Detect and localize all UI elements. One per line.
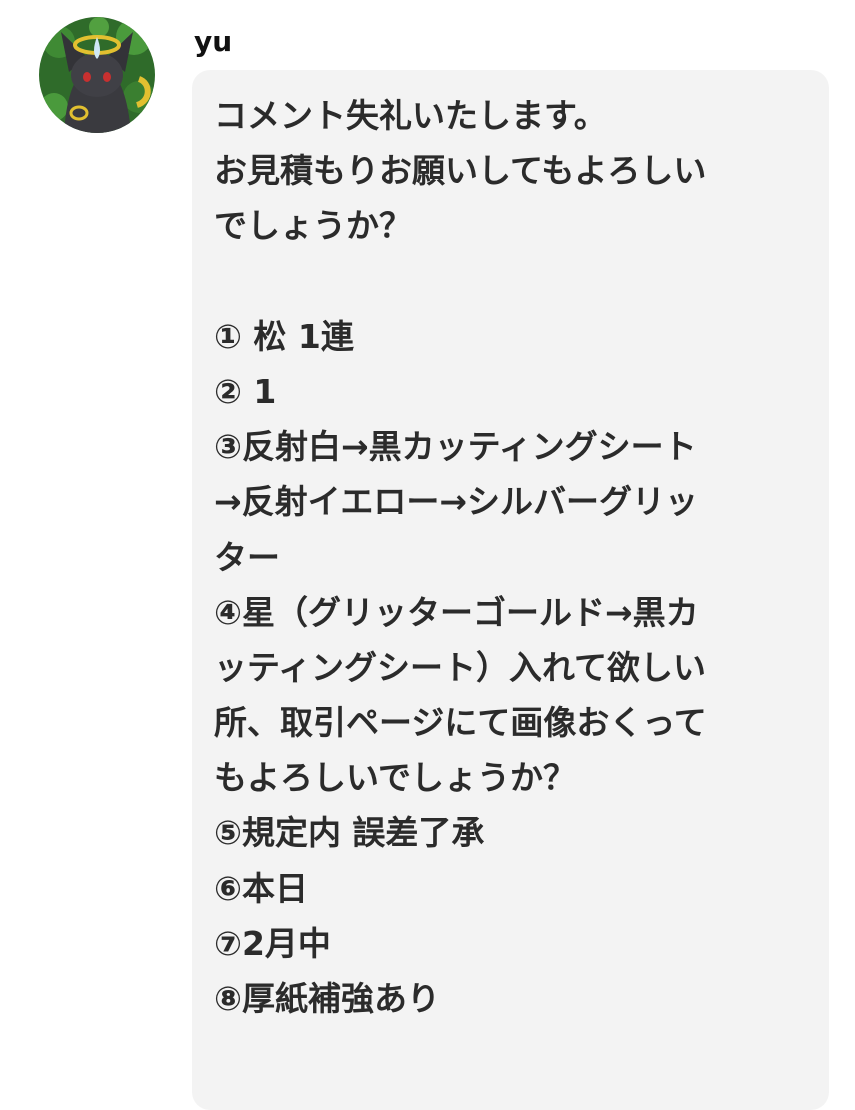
- message-line: ッティングシート）入れて欲しい: [214, 647, 707, 687]
- message-line: ⑥本日: [214, 868, 308, 908]
- message-line: ① 松 1連: [214, 316, 354, 356]
- message-line: もよろしいでしょうか？: [214, 758, 577, 798]
- comment-message: コメント失礼いたします。 お見積もりお願いしてもよろしい でしょうか？ ① 松 …: [214, 88, 814, 1026]
- message-line: でしょうか？: [214, 206, 412, 246]
- message-line: →反射イエロー→シルバーグリッ: [214, 482, 698, 522]
- avatar[interactable]: [39, 17, 155, 133]
- message-line: ③反射白→黒カッティングシート: [214, 427, 697, 467]
- message-line: ④星（グリッターゴールド→黒カ: [214, 592, 699, 632]
- message-line: コメント失礼いたします。: [214, 96, 607, 135]
- message-line: お見積もりお願いしてもよろしい: [214, 151, 707, 191]
- message-line: ター: [214, 537, 280, 577]
- message-line: ⑧厚紙補強あり: [214, 979, 440, 1018]
- message-line: [214, 254, 814, 309]
- message-line: ⑤規定内 誤差了承: [214, 813, 485, 853]
- message-line: ② 1: [214, 371, 277, 411]
- dark-fox-creature-avatar-icon: [39, 17, 155, 133]
- message-line: ⑦2月中: [214, 923, 331, 963]
- message-line: 所、取引ページにて画像おくって: [214, 703, 707, 743]
- username[interactable]: yu: [194, 24, 232, 60]
